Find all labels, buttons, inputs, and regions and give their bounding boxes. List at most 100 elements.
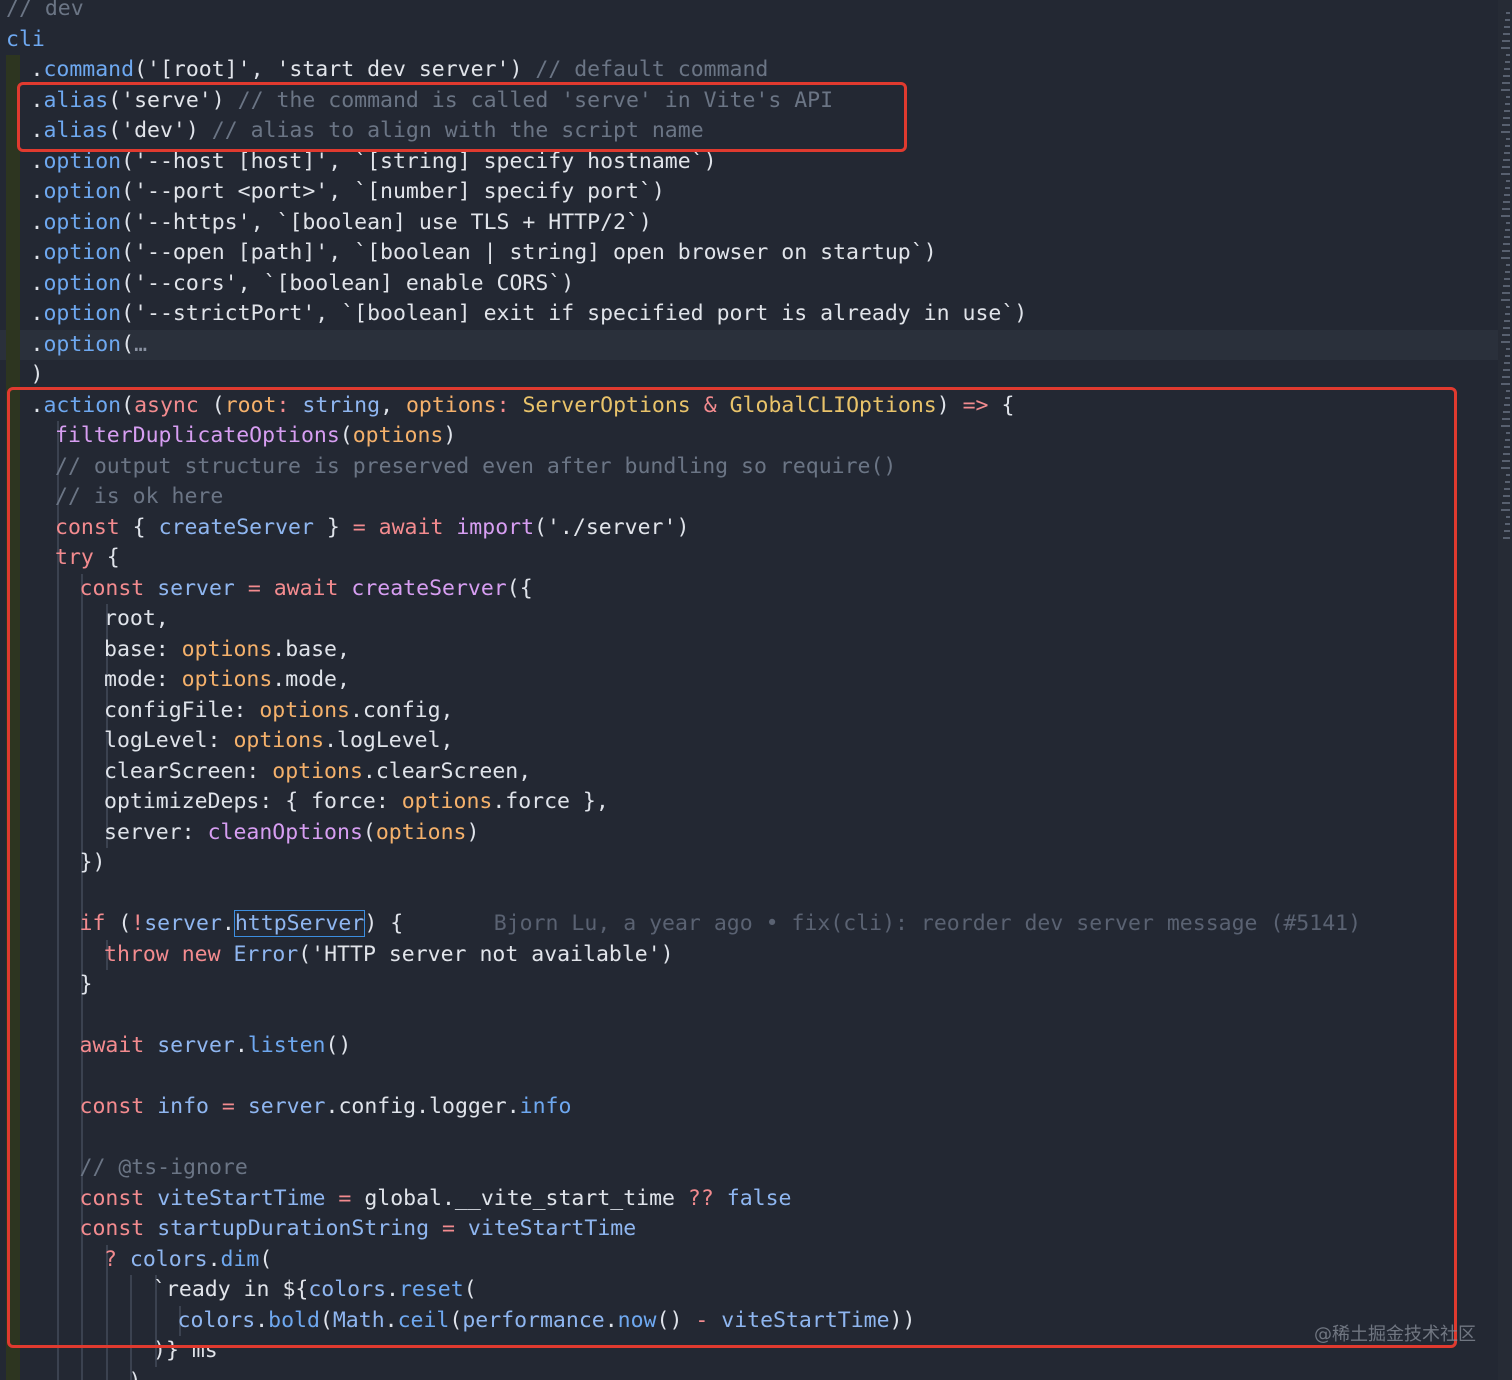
minimap-mark [1503, 243, 1510, 245]
minimap-mark [1503, 33, 1510, 35]
code-token: ) [703, 148, 717, 174]
code-line[interactable]: ) [0, 1366, 1498, 1380]
code-line[interactable]: // output structure is preserved even af… [0, 451, 1498, 482]
code-line[interactable]: .option('--port <port>', `[number] speci… [0, 177, 1498, 208]
code-token: . [30, 87, 44, 113]
code-line[interactable]: }) [0, 848, 1498, 879]
code-token: listen [247, 1033, 326, 1058]
code-token: `ready in ${ [153, 1277, 309, 1302]
indent-guide [81, 878, 83, 909]
code-line[interactable] [0, 1000, 1498, 1031]
code-token: .config, [349, 697, 454, 723]
code-line[interactable]: ? colors.dim( [0, 1244, 1498, 1275]
code-line[interactable]: .option('--open [path]', `[boolean | str… [0, 238, 1498, 269]
code-line[interactable]: const info = server.config.logger.info [0, 1092, 1498, 1123]
code-line[interactable]: throw new Error('HTTP server not availab… [0, 939, 1498, 970]
indent-gutter [6, 1214, 20, 1245]
code-token: false [726, 1185, 792, 1211]
code-line[interactable]: const viteStartTime = global.__vite_star… [0, 1183, 1498, 1214]
code-line[interactable]: configFile: options.config, [0, 695, 1498, 726]
minimap-mark [1502, 124, 1510, 126]
code-token: ( [259, 1246, 273, 1272]
code-line[interactable]: filterDuplicateOptions(options) [0, 421, 1498, 452]
code-token: optimizeDeps: { force: [104, 789, 402, 814]
code-line[interactable]: try { [0, 543, 1498, 574]
code-line[interactable]: .command('[root]', 'start dev server') /… [0, 55, 1498, 86]
code-line[interactable]: root, [0, 604, 1498, 635]
code-line[interactable]: .alias('serve') // the command is called… [0, 85, 1498, 116]
code-line[interactable]: const server = await createServer({ [0, 573, 1498, 604]
code-text: cli [6, 25, 45, 56]
code-token: dim [220, 1246, 260, 1272]
code-line[interactable] [0, 1061, 1498, 1092]
code-editor[interactable]: // dev cli .command('[root]', 'start dev s… [0, 0, 1498, 1380]
code-line[interactable]: // dev [0, 0, 1498, 25]
code-line[interactable]: optimizeDeps: { force: options.force }, [0, 787, 1498, 818]
indent-guide [81, 665, 83, 696]
code-line[interactable]: // is ok here [0, 482, 1498, 513]
code-line[interactable] [0, 878, 1498, 909]
code-token: ) [561, 270, 575, 296]
code-token: ( [134, 57, 148, 82]
code-token: global.__vite_start_time [351, 1185, 688, 1211]
minimap-mark [1501, 341, 1510, 343]
code-line[interactable]: const startupDurationString = viteStartT… [0, 1214, 1498, 1245]
code-line[interactable]: base: options.base, [0, 634, 1498, 665]
code-line[interactable]: )} ms [0, 1336, 1498, 1367]
code-token: await [378, 514, 444, 540]
code-token: throw [104, 941, 169, 967]
code-line[interactable]: // @ts-ignore [0, 1153, 1498, 1184]
code-line[interactable]: server: cleanOptions(options) [0, 817, 1498, 848]
code-token: ) [676, 514, 690, 540]
code-line[interactable]: .option('--strictPort', `[boolean] exit … [0, 299, 1498, 330]
code-line[interactable]: await server.listen() [0, 1031, 1498, 1062]
code-token: ) [651, 179, 665, 204]
code-line[interactable]: logLevel: options.logLevel, [0, 726, 1498, 757]
code-line[interactable] [0, 1122, 1498, 1153]
code-line[interactable]: colors.bold(Math.ceil(performance.now() … [0, 1305, 1498, 1336]
code-line[interactable]: clearScreen: options.clearScreen, [0, 756, 1498, 787]
code-line[interactable]: ) [0, 360, 1498, 391]
code-token: () [325, 1033, 352, 1058]
indent-gutter [6, 1366, 20, 1380]
code-text: const startupDurationString = viteStartT… [80, 1214, 637, 1245]
code-line[interactable]: } [0, 970, 1498, 1001]
code-line[interactable]: .alias('dev') // alias to align with the… [0, 116, 1498, 147]
minimap-mark [1502, 208, 1510, 210]
code-line[interactable]: if (!server.httpServer) { Bjorn Lu, a ye… [0, 909, 1498, 940]
indent-gutter [6, 329, 20, 360]
minimap-mark [1505, 61, 1510, 63]
code-token: Bjorn Lu, a year ago • fix(cli): reorder… [493, 911, 1362, 936]
code-token: try [55, 545, 94, 570]
minimap-mark [1506, 264, 1510, 266]
code-line[interactable]: `ready in ${colors.reset( [0, 1275, 1498, 1306]
code-token: root [224, 392, 277, 418]
minimap-mark [1504, 236, 1510, 238]
code-line[interactable]: .option(… [0, 329, 1498, 360]
minimap-mark [1506, 222, 1510, 224]
code-line[interactable]: mode: options.mode, [0, 665, 1498, 696]
minimap-mark [1503, 369, 1510, 371]
code-text: .option('--port <port>', `[number] speci… [31, 177, 665, 208]
code-line[interactable]: .action(async (root: string, options: Se… [0, 390, 1498, 421]
indent-guide [105, 1366, 108, 1380]
indent-gutter [6, 878, 20, 909]
indent-gutter [6, 55, 20, 86]
code-line[interactable]: const { createServer } = await import('.… [0, 512, 1498, 543]
code-line[interactable]: .option('--https', `[boolean] use TLS + … [0, 207, 1498, 238]
code-text: logLevel: options.logLevel, [104, 726, 454, 757]
code-token: option [43, 179, 122, 204]
minimap-mark [1502, 292, 1510, 294]
indent-guide [56, 787, 59, 818]
code-line[interactable]: cli [0, 25, 1498, 56]
code-token: ( [449, 1307, 463, 1333]
code-token: => [962, 392, 989, 418]
minimap-mark [1504, 320, 1510, 322]
code-line[interactable]: .option('--host [host]', `[string] speci… [0, 146, 1498, 177]
code-token: server [157, 575, 235, 601]
minimap-scrollbar[interactable] [1498, 0, 1512, 1380]
code-line[interactable]: .option('--cors', `[boolean] enable CORS… [0, 268, 1498, 299]
